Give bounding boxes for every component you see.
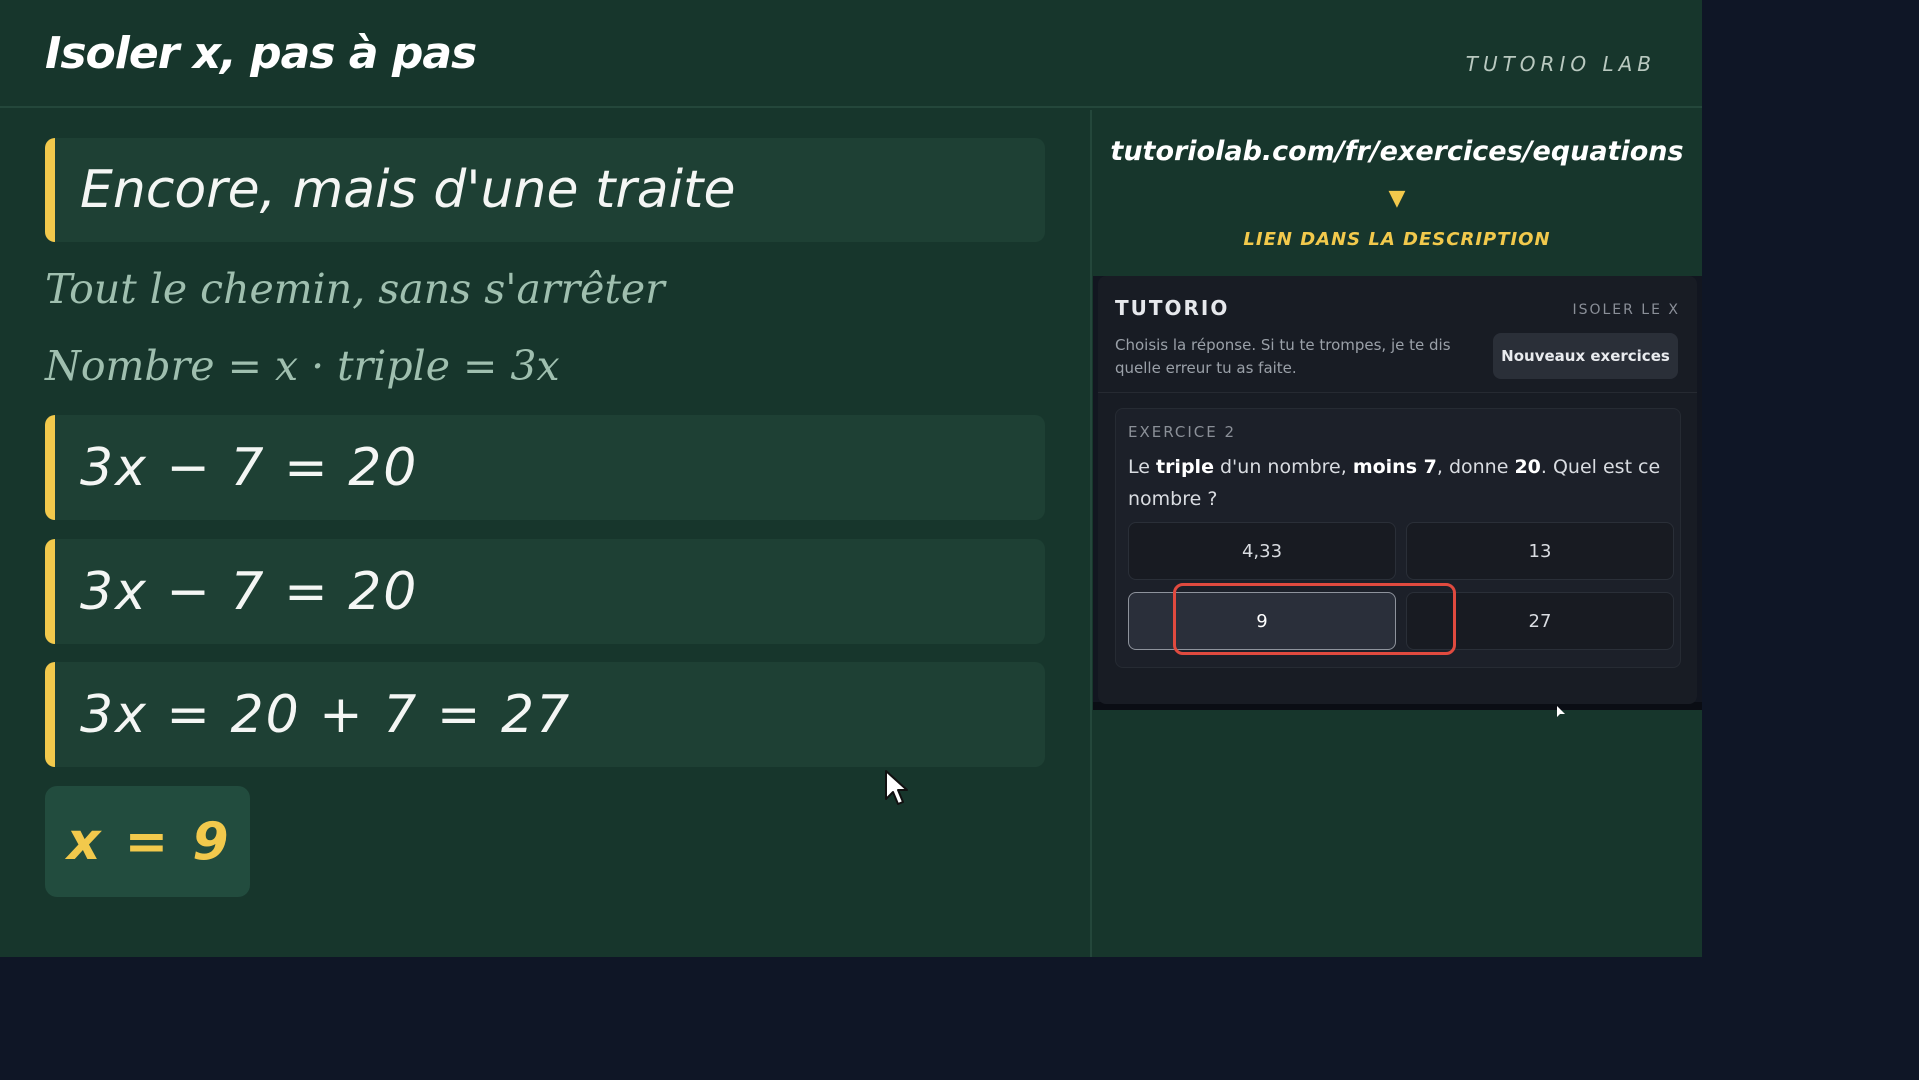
- header-bar: Isoler x, pas à pas TUTORIO LAB: [0, 0, 1702, 108]
- answer-box: x = 9: [45, 786, 250, 897]
- brand-logo-text: TUTORIO LAB: [1465, 52, 1656, 76]
- selection-highlight-box: [1173, 583, 1456, 655]
- lesson-heading-card: Encore, mais d'une traite: [45, 138, 1045, 242]
- promo-url-link[interactable]: tutoriolab.com/fr/exercices/equations: [1092, 136, 1702, 167]
- equation-step-card: 3x − 7 = 20: [45, 415, 1045, 520]
- widget-topic-tag: ISOLER LE X: [1572, 302, 1680, 318]
- mouse-cursor-icon: [885, 770, 908, 805]
- equation-step: 3x = 20 + 7 = 27: [80, 684, 572, 745]
- question-emphasis: 20: [1514, 456, 1541, 478]
- equation-step: 3x − 7 = 20: [80, 561, 419, 622]
- page-title: Isoler x, pas à pas: [45, 28, 477, 79]
- arrow-down-icon: ▼: [1388, 186, 1406, 211]
- mouse-cursor-icon: [1557, 706, 1565, 717]
- question-emphasis: moins 7: [1352, 456, 1437, 478]
- lesson-definition: Nombre = x · triple = 3x: [45, 342, 560, 390]
- lesson-heading: Encore, mais d'une traite: [80, 160, 736, 220]
- lesson-subtitle: Tout le chemin, sans s'arrêter: [45, 265, 665, 313]
- question-emphasis: triple: [1155, 456, 1214, 478]
- equation-step-card: 3x − 7 = 20: [45, 539, 1045, 644]
- link-caption: LIEN DANS LA DESCRIPTION: [1243, 229, 1551, 250]
- question-text: d'un nombre,: [1213, 456, 1353, 478]
- answer-text: x = 9: [67, 811, 232, 872]
- answer-option[interactable]: 4,33: [1128, 522, 1396, 580]
- widget-description: Choisis la réponse. Si tu te trompes, je…: [1115, 336, 1451, 377]
- widget-divider: [1098, 392, 1697, 393]
- exercise-label: EXERCICE 2: [1128, 423, 1237, 441]
- answer-option[interactable]: 13: [1406, 522, 1674, 580]
- question-text: Le: [1128, 456, 1156, 478]
- exercise-question: Le triple d'un nombre, moins 7, donne 20…: [1128, 451, 1668, 515]
- equation-step: 3x − 7 = 20: [80, 437, 419, 498]
- new-exercises-button[interactable]: Nouveaux exercices: [1493, 333, 1678, 379]
- equation-step-card: 3x = 20 + 7 = 27: [45, 662, 1045, 767]
- widget-title: TUTORIO: [1115, 296, 1230, 320]
- question-text: , donne: [1436, 456, 1515, 478]
